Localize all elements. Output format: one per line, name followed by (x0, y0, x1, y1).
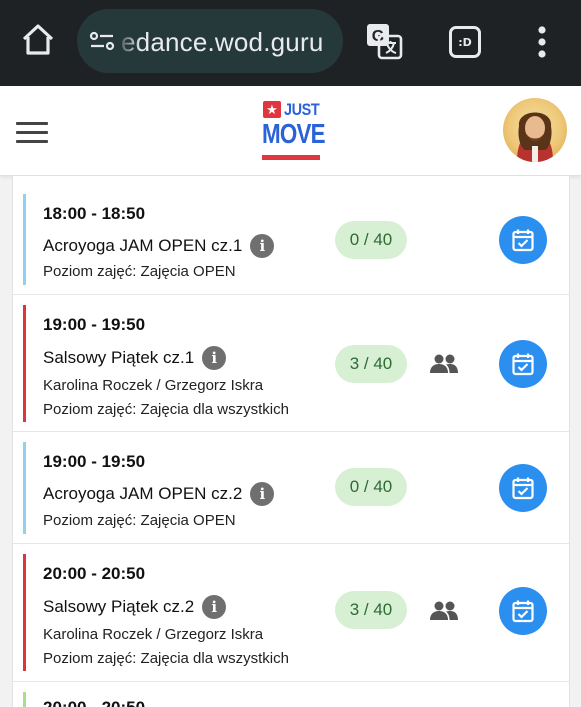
book-class-button[interactable] (499, 216, 547, 264)
class-time: 19:00 - 19:50 (43, 315, 146, 334)
browser-toolbar: edance.wod.guru G :D (0, 0, 581, 86)
url-text: edance.wod.guru (121, 27, 324, 57)
class-name-text: Acroyoga JAM OPEN cz.1 (43, 236, 243, 255)
list-item: 20:00 - 20:50 Salsowy Piątek cz.2 i Karo… (13, 544, 569, 682)
capacity-badge: 3 / 40 (335, 345, 407, 383)
class-time: 18:00 - 18:50 (43, 204, 146, 223)
class-instructors: Karolina Roczek / Grzegorz Iskra (43, 626, 264, 643)
class-name: Acroyoga JAM OPEN cz.1 i (43, 234, 275, 258)
hamburger-icon[interactable] (16, 122, 48, 144)
class-name: Salsowy Piątek cz.2 i (43, 595, 227, 619)
level-indicator-bar (23, 692, 26, 707)
user-avatar[interactable] (503, 98, 567, 162)
capacity-badge: 0 / 40 (335, 221, 407, 259)
book-class-button[interactable] (499, 340, 547, 388)
class-name: Acroyoga JAM OPEN cz.2 i (43, 482, 275, 506)
book-class-button[interactable] (499, 587, 547, 635)
info-icon[interactable]: i (202, 346, 227, 370)
site-settings-icon[interactable] (89, 29, 115, 53)
list-item: 19:00 - 19:50 Acroyoga JAM OPEN cz.2 i P… (13, 432, 569, 544)
level-indicator-bar (23, 194, 26, 285)
more-vert-icon[interactable] (530, 24, 554, 60)
class-time: 20:00 - 20:50 (43, 564, 146, 583)
class-level: Poziom zajęć: Zajęcia OPEN (43, 512, 236, 529)
level-indicator-bar (23, 305, 26, 422)
class-level: Poziom zajęć: Zajęcia dla wszystkich (43, 650, 289, 667)
calendar-check-icon (512, 229, 534, 252)
logo-star-icon: ★ (263, 101, 281, 118)
level-indicator-bar (23, 442, 26, 534)
book-class-button[interactable] (499, 464, 547, 512)
calendar-check-icon (512, 353, 534, 376)
calendar-check-icon (512, 477, 534, 500)
home-icon[interactable] (18, 20, 58, 60)
info-icon[interactable]: i (250, 482, 275, 506)
class-instructors: Karolina Roczek / Grzegorz Iskra (43, 377, 264, 394)
people-icon[interactable] (429, 600, 459, 622)
class-level: Poziom zajęć: Zajęcia dla wszystkich (43, 401, 289, 418)
logo-line1: JUST (284, 100, 320, 119)
class-name-text: Acroyoga JAM OPEN cz.2 (43, 484, 243, 503)
level-indicator-bar (23, 554, 26, 671)
just-move-logo[interactable]: ★ JUST MOVE (262, 98, 326, 164)
class-name-text: Salsowy Piątek cz.2 (43, 597, 195, 616)
class-name-text: Salsowy Piątek cz.1 (43, 348, 195, 367)
capacity-badge: 3 / 40 (335, 591, 407, 629)
calendar-check-icon (512, 600, 534, 623)
class-level: Poziom zajęć: Zajęcia OPEN (43, 263, 236, 280)
address-bar[interactable]: edance.wod.guru (77, 9, 343, 73)
class-name: Salsowy Piątek cz.1 i (43, 346, 227, 370)
translate-icon[interactable]: G (365, 22, 403, 60)
logo-line2: MOVE (262, 118, 326, 149)
class-time: 20:00 - 20:50 (43, 698, 145, 707)
info-icon[interactable]: i (202, 595, 227, 619)
people-icon[interactable] (429, 353, 459, 375)
info-icon[interactable]: i (250, 234, 275, 258)
class-time: 19:00 - 19:50 (43, 452, 146, 471)
capacity-badge: 0 / 40 (335, 468, 407, 506)
list-item: 19:00 - 19:50 Salsowy Piątek cz.1 i Karo… (13, 295, 569, 432)
list-item: 18:00 - 18:50 Acroyoga JAM OPEN cz.1 i P… (13, 184, 569, 295)
app-header: ★ JUST MOVE (0, 86, 581, 176)
tab-switcher-icon[interactable]: :D (449, 26, 481, 58)
class-schedule-list: 18:00 - 18:50 Acroyoga JAM OPEN cz.1 i P… (12, 176, 570, 707)
